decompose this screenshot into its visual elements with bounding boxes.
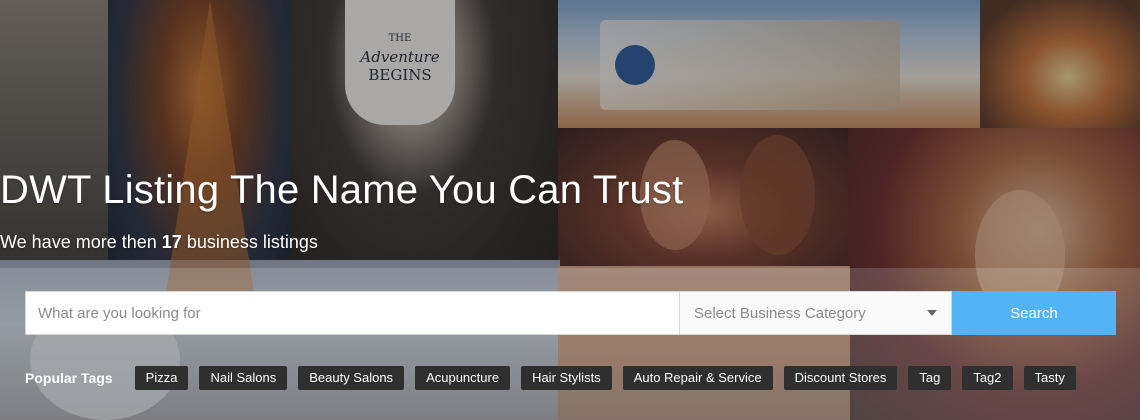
tag-hair-stylists[interactable]: Hair Stylists [521, 366, 612, 390]
tag-tag2[interactable]: Tag2 [962, 366, 1013, 390]
search-bar: Select Business Category Search [25, 291, 1116, 335]
search-button[interactable]: Search [952, 291, 1116, 335]
category-select[interactable]: Select Business Category [680, 291, 952, 335]
tag-discount-stores[interactable]: Discount Stores [783, 366, 898, 390]
tag-nail-salons[interactable]: Nail Salons [199, 366, 288, 390]
hero-section: THE Adventure BEGINS DWT Listing The Nam… [0, 0, 1140, 420]
subtitle-suffix: business listings [186, 232, 318, 252]
chevron-down-icon [927, 310, 937, 316]
tag-pizza[interactable]: Pizza [134, 366, 189, 390]
tag-auto-repair[interactable]: Auto Repair & Service [622, 366, 773, 390]
popular-tags-label: Popular Tags [25, 370, 113, 386]
category-select-value: Select Business Category [694, 304, 866, 322]
listing-count-text: We have more then 17 business listings [0, 232, 318, 253]
tag-tag[interactable]: Tag [908, 366, 952, 390]
page-title: DWT Listing The Name You Can Trust [0, 168, 684, 212]
popular-tags: Popular Tags Pizza Nail Salons Beauty Sa… [25, 366, 1087, 390]
tag-tasty[interactable]: Tasty [1023, 366, 1076, 390]
tag-acupuncture[interactable]: Acupuncture [415, 366, 511, 390]
search-input[interactable] [25, 291, 680, 335]
tag-beauty-salons[interactable]: Beauty Salons [298, 366, 405, 390]
listing-count: 17 [161, 232, 182, 252]
subtitle-prefix: We have more then [0, 232, 157, 252]
